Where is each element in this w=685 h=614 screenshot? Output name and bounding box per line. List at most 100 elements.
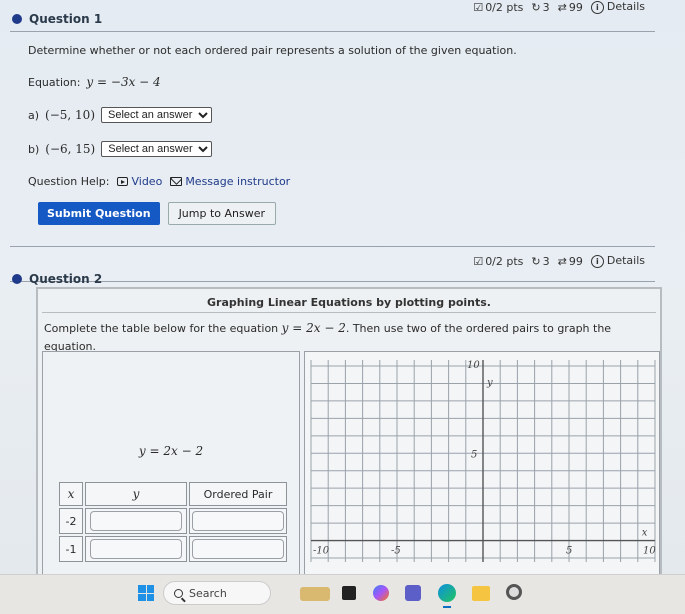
part-a: a) (−5, 10) Select an answer	[28, 107, 517, 123]
details-link[interactable]: i Details	[590, 254, 645, 268]
retry-icon: ↻	[531, 254, 541, 268]
file-explorer-icon[interactable]	[472, 586, 490, 601]
ordered-pair-input[interactable]	[192, 511, 284, 531]
x-value: -1	[59, 536, 83, 562]
question-1-title: Question 1	[12, 12, 102, 26]
points: ☑ 0/2 pts	[473, 1, 523, 14]
question-2-panel: Graphing Linear Equations by plotting po…	[36, 287, 662, 577]
header-y: y	[85, 482, 187, 506]
table-row: -1	[59, 536, 287, 562]
y-tick-label: 10	[467, 360, 480, 371]
divider	[10, 281, 655, 282]
checkbox-icon: ☑	[473, 254, 484, 268]
help-label: Question Help:	[28, 175, 110, 188]
ordered-pair: (−6, 15)	[45, 142, 96, 156]
taskbar: Search	[0, 574, 685, 614]
points: ☑ 0/2 pts	[473, 255, 523, 268]
edge-icon[interactable]	[438, 584, 456, 602]
y-axis-label: y	[486, 377, 493, 388]
settings-icon[interactable]	[506, 584, 522, 600]
taskbar-search[interactable]: Search	[163, 581, 271, 605]
info-icon: i	[590, 255, 604, 268]
retries-text: 3	[542, 0, 550, 14]
equation: y = −3x − 4	[86, 75, 161, 89]
attempts: ⇄ 99	[558, 255, 583, 268]
repeat-icon: ⇄	[557, 0, 567, 14]
instruction-text: Complete the table below for the equatio…	[44, 322, 282, 335]
table-header-row: x y Ordered Pair	[59, 482, 287, 506]
attempts-text: 99	[568, 0, 583, 14]
pair-cell	[189, 508, 287, 534]
teams-icon[interactable]	[405, 585, 421, 601]
y-input[interactable]	[90, 511, 182, 531]
message-text: Message instructor	[185, 175, 291, 188]
x-axis-label: x	[642, 528, 648, 539]
y-cell	[85, 508, 187, 534]
answer-select-b[interactable]: Select an answer	[101, 141, 213, 157]
y-tick-label: 5	[471, 449, 477, 460]
question-1-body: Determine whether or not each ordered pa…	[28, 44, 517, 225]
x-tick-label: 10	[643, 546, 656, 557]
details-link[interactable]: i Details	[590, 0, 645, 14]
part-label: b)	[28, 142, 40, 156]
x-tick-label: -5	[391, 546, 401, 557]
x-value: -2	[59, 508, 83, 534]
ordered-pair: (−5, 10)	[45, 108, 95, 122]
x-tick-label: 5	[566, 546, 572, 557]
coordinate-grid[interactable]: -10 -5 5 10 10 5 x y	[305, 352, 661, 576]
retries: ↻ 3	[531, 255, 549, 268]
panel-title: Graphing Linear Equations by plotting po…	[42, 289, 656, 313]
header-ordered-pair: Ordered Pair	[189, 482, 287, 506]
video-icon	[117, 177, 129, 186]
info-icon: i	[590, 1, 604, 14]
question-help: Question Help: Video Message instructor	[28, 175, 517, 188]
windows-start-icon[interactable]	[138, 585, 154, 601]
status-dot-icon	[12, 14, 22, 24]
jump-to-answer-button[interactable]: Jump to Answer	[167, 202, 277, 225]
button-row: Submit Question Jump to Answer	[38, 202, 517, 225]
y-input[interactable]	[90, 539, 182, 559]
task-view-icon[interactable]	[342, 586, 356, 600]
widgets-icon[interactable]	[300, 587, 330, 601]
graph-area[interactable]: -10 -5 5 10 10 5 x y	[304, 351, 660, 575]
equation-label: Equation:	[28, 75, 81, 89]
question-1-header: Question 1 ☑ 0/2 pts ↻ 3 ⇄ 99 i Details	[0, 0, 685, 32]
submit-question-button[interactable]: Submit Question	[38, 202, 160, 225]
copilot-icon[interactable]	[373, 585, 389, 601]
search-placeholder: Search	[189, 586, 227, 600]
ordered-pair-input[interactable]	[192, 539, 284, 559]
attempts: ⇄ 99	[558, 1, 583, 14]
status-dot-icon	[12, 274, 22, 284]
values-table: x y Ordered Pair -2 -1	[57, 480, 289, 564]
prompt: Determine whether or not each ordered pa…	[28, 44, 517, 57]
video-link[interactable]: Video	[117, 175, 162, 188]
table-row: -2	[59, 508, 287, 534]
details-text: Details	[606, 254, 645, 267]
question-1-meta: ☑ 0/2 pts ↻ 3 ⇄ 99 i Details	[473, 0, 645, 14]
question-title-text: Question 1	[29, 12, 103, 26]
repeat-icon: ⇄	[557, 254, 567, 268]
answer-select-a[interactable]: Select an answer	[101, 107, 212, 123]
details-text: Details	[606, 0, 645, 13]
part-label: a)	[28, 108, 40, 122]
equation-line: Equation: y = −3x − 4	[28, 75, 517, 89]
search-icon	[174, 588, 183, 598]
divider	[10, 246, 655, 247]
question-title-text: Question 2	[29, 272, 103, 286]
table-column: y = 2x − 2 x y Ordered Pair -2 -1	[42, 351, 300, 575]
retries-text: 3	[542, 254, 550, 268]
header-x: x	[59, 482, 83, 506]
question-2-title: Question 2	[12, 272, 102, 286]
x-tick-label: -10	[313, 546, 330, 557]
center-equation: y = 2x − 2	[138, 444, 204, 458]
attempts-text: 99	[568, 254, 583, 268]
y-cell	[85, 536, 187, 562]
checkbox-icon: ☑	[473, 0, 484, 14]
message-instructor-link[interactable]: Message instructor	[170, 175, 290, 188]
mail-icon	[170, 177, 183, 186]
pair-cell	[189, 536, 287, 562]
video-text: Video	[131, 175, 163, 188]
divider	[10, 31, 655, 32]
active-indicator	[443, 606, 451, 608]
question-2-meta: ☑ 0/2 pts ↻ 3 ⇄ 99 i Details	[473, 254, 645, 268]
